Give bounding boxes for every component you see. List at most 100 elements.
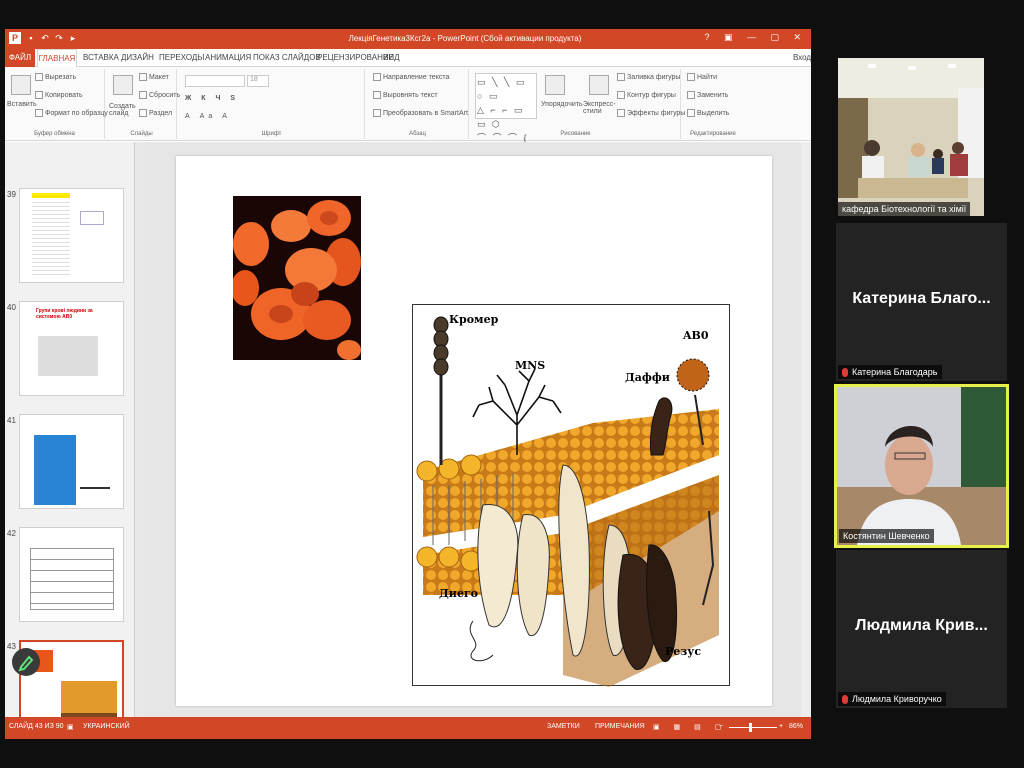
new-slide-button[interactable]: Создать слайд — [109, 103, 137, 117]
muted-mic-icon — [842, 368, 848, 377]
tab-home[interactable]: ГЛАВНАЯ — [37, 49, 77, 68]
participant-name: Костянтин Шевченко — [839, 529, 934, 543]
tab-transitions[interactable]: ПЕРЕХОДЫ — [159, 53, 204, 62]
status-bar: СЛАЙД 43 ИЗ 90 ▣ УКРАИНСКИЙ ЗАМЕТКИ ПРИМ… — [5, 717, 811, 739]
tab-file[interactable]: ФАЙЛ — [5, 49, 35, 67]
font-color-buttons[interactable]: А Аа А — [185, 113, 231, 120]
ribbon: Вставить Вырезать Копировать Формат по о… — [5, 67, 811, 157]
font-format-buttons[interactable]: Ж К Ч S — [185, 95, 239, 102]
align-text-button[interactable]: Выровнять текст — [373, 91, 438, 99]
arrange-icon[interactable] — [545, 75, 565, 95]
window-controls[interactable]: ? ▣ — ▢ ✕ — [704, 32, 807, 43]
shape-fill-button[interactable]: Заливка фигуры — [617, 73, 680, 81]
zoom-slider-thumb[interactable] — [749, 723, 752, 732]
replace-button[interactable]: Заменить — [687, 91, 728, 99]
font-size-input[interactable]: 18 — [247, 75, 269, 87]
annotate-button[interactable] — [12, 648, 40, 676]
tab-insert[interactable]: ВСТАВКА — [83, 53, 119, 62]
zoom-slider[interactable] — [729, 727, 777, 728]
slide-thumbnail-41[interactable] — [19, 414, 124, 509]
classroom-video — [838, 58, 984, 216]
participant-name-label: Людмила Криворучко — [838, 691, 946, 706]
ribbon-tabs: ФАЙЛ ГЛАВНАЯ ВСТАВКА ДИЗАЙН ПЕРЕХОДЫ АНИ… — [5, 49, 811, 68]
undo-icon[interactable]: ↶ — [39, 32, 51, 44]
participant-tile-liudmyla[interactable]: Людмила Крив... Людмила Криворучко — [836, 550, 1007, 708]
participant-tile-classroom[interactable]: кафедра Біотехнології та хімії — [838, 58, 984, 216]
thumb-table — [38, 336, 98, 376]
zoom-level[interactable]: 86% — [789, 723, 803, 730]
thumb-number: 42 — [7, 529, 16, 538]
format-painter-button[interactable]: Формат по образцу — [35, 109, 108, 117]
group-paragraph: Направление текста Выровнять текст Преоб… — [367, 69, 469, 139]
section-button[interactable]: Раздел — [139, 109, 172, 117]
tab-slideshow[interactable]: ПОКАЗ СЛАЙДОВ — [253, 53, 321, 62]
label-daffi: Даффи — [625, 371, 670, 384]
current-slide[interactable]: Кромер MNS AB0 Даффи Диего Резус — [176, 156, 772, 706]
zoom-in-icon[interactable]: + — [779, 723, 783, 730]
thumb-title: Групи крові людини за системою АВ0 — [36, 308, 93, 320]
participant-tile-kateryna[interactable]: Катерина Благо... Катерина Благодарь — [836, 223, 1007, 381]
label-rhesus: Резус — [665, 645, 702, 658]
slide-scrollbar[interactable] — [801, 142, 811, 717]
copy-label: Копировать — [45, 91, 83, 99]
paste-button[interactable]: Вставить — [7, 101, 37, 108]
note-box — [80, 211, 104, 225]
copy-button[interactable]: Копировать — [35, 91, 83, 99]
tab-design[interactable]: ДИЗАЙН — [121, 53, 154, 62]
slide-thumbnail-39[interactable] — [19, 188, 124, 283]
reset-button[interactable]: Сбросить — [139, 91, 180, 99]
group-slides: Создать слайд Макет Сбросить Раздел Слай… — [107, 69, 180, 139]
participant-tile-kostiantyn-active[interactable]: Костянтин Шевченко — [834, 384, 1009, 548]
tab-animation[interactable]: АНИМАЦИЯ — [205, 53, 251, 62]
red-blood-cells-image[interactable] — [233, 196, 361, 360]
sign-in-link[interactable]: Вход — [793, 53, 811, 62]
spellcheck-icon[interactable]: ▣ — [67, 723, 74, 731]
paste-icon[interactable] — [11, 75, 31, 95]
reset-icon — [139, 91, 147, 99]
slide-thumbnail-40[interactable]: Групи крові людини за системою АВ0 — [19, 301, 124, 396]
zoom-out-icon[interactable]: − — [719, 723, 723, 730]
slide-thumbnail-42[interactable] — [19, 527, 124, 622]
quick-styles-icon[interactable] — [589, 75, 609, 95]
comments-button[interactable]: ПРИМЕЧАНИЯ — [595, 723, 645, 730]
shape-effects-button[interactable]: Эффекты фигуры — [617, 109, 685, 117]
copy-icon — [35, 91, 43, 99]
cut-button[interactable]: Вырезать — [35, 73, 76, 81]
group-clipboard: Вставить Вырезать Копировать Формат по о… — [5, 69, 108, 139]
find-button[interactable]: Найти — [687, 73, 717, 81]
window-title: ЛекціяГенетика3Ксг2а - PowerPoint (Сбой … — [348, 34, 582, 43]
shape-outline-button[interactable]: Контур фигуры — [617, 91, 676, 99]
slide-thumbnails-pane[interactable]: 39 40 Групи крові людини за системою АВ0… — [5, 142, 135, 735]
brush-icon — [35, 109, 43, 117]
arrange-button[interactable]: Упорядочить — [541, 101, 583, 108]
smartart-button[interactable]: Преобразовать в SmartArt — [373, 109, 468, 117]
view-buttons[interactable]: ▣ ▦ ▤ ▢ — [653, 723, 727, 731]
align-icon — [373, 91, 381, 99]
quick-styles-button[interactable]: Экспресс-стили — [583, 101, 616, 115]
notes-button[interactable]: ЗАМЕТКИ — [547, 723, 580, 730]
thumb-caption-line — [80, 487, 110, 489]
redo-icon[interactable]: ↷ — [53, 32, 65, 44]
language-label[interactable]: УКРАИНСКИЙ — [83, 723, 130, 730]
group-label-clipboard: Буфер обмена — [34, 131, 75, 137]
start-slideshow-icon[interactable]: ▸ — [67, 32, 79, 44]
participant-name: Людмила Криворучко — [852, 693, 942, 704]
membrane-illustration — [416, 316, 719, 687]
reset-label: Сбросить — [149, 91, 181, 99]
select-button[interactable]: Выделить — [687, 109, 729, 117]
text-direction-label: Направление текста — [383, 73, 450, 81]
shapes-gallery[interactable]: ▭ ╲ ╲ ▭ ○ ▭△ ⌐ ⌐ ▭ ▭ ⬡⌒ ⌒ ⌒ { } ☆ — [475, 73, 537, 157]
font-name-input[interactable] — [185, 75, 245, 87]
cell-membrane-diagram[interactable]: Кромер MNS AB0 Даффи Диего Резус — [412, 304, 730, 687]
layout-button[interactable]: Макет — [139, 73, 169, 81]
new-slide-icon[interactable] — [113, 75, 133, 95]
group-label-drawing: Рисование — [560, 131, 591, 137]
text-direction-button[interactable]: Направление текста — [373, 73, 449, 81]
save-icon[interactable]: ▪ — [25, 32, 37, 44]
thumbnails-scrollbar[interactable] — [135, 142, 143, 717]
shape-effects-label: Эффекты фигуры — [627, 109, 686, 117]
replace-label: Заменить — [697, 91, 729, 99]
tab-view[interactable]: ВИД — [383, 53, 400, 62]
thumb-number: 41 — [7, 416, 16, 425]
participant-name: кафедра Біотехнології та хімії — [838, 202, 971, 216]
